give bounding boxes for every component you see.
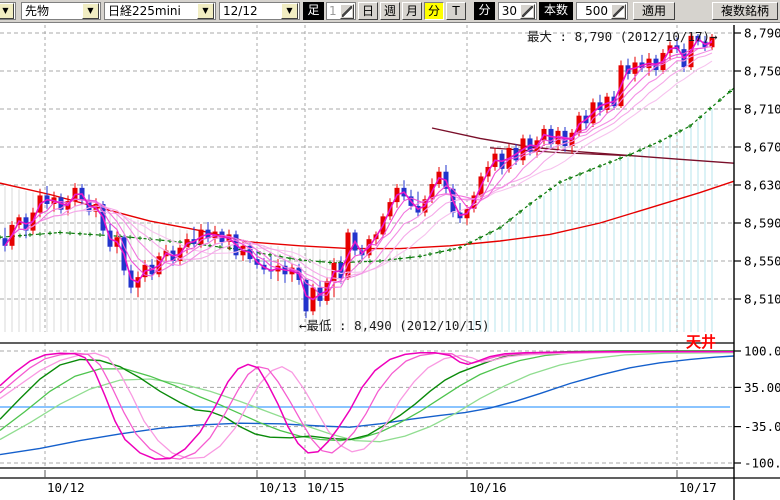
symbol-name-combobox[interactable]: 日経225mini ▼: [104, 2, 216, 20]
rci-pink-2: [0, 352, 734, 460]
date-tick-label: 10/15: [307, 480, 345, 495]
price-tick-label: 8,550: [744, 254, 780, 269]
price-tick-label: 8,510: [744, 292, 780, 307]
ema-ribbon: [5, 39, 712, 300]
date-tick-label: 10/16: [469, 480, 507, 495]
ceiling-annotation: 天井: [686, 333, 716, 351]
price-tick-label: 8,750: [744, 64, 780, 79]
clipped-combobox[interactable]: ▼: [0, 2, 16, 20]
minutes-label: 分: [474, 2, 495, 20]
rci-green-2: [0, 352, 734, 441]
bars-stepper[interactable]: 500: [576, 2, 628, 20]
period-button-tick[interactable]: T: [446, 2, 466, 20]
sub-tick-label: 35.00: [744, 380, 780, 395]
rci-green-3: [0, 353, 734, 442]
chart-canvas[interactable]: 8,790 8,750 8,710 8,670 8,630 8,590 8,550 8,510…: [0, 22, 780, 500]
rci-pink-3: [0, 352, 734, 458]
period-button-day[interactable]: 日: [358, 2, 378, 20]
symbol-type-value: 先物: [22, 3, 81, 19]
minutes-value: 30: [499, 3, 519, 19]
date-tick-label: 10/12: [47, 480, 85, 495]
sub-tick-label: -35.00: [744, 419, 780, 434]
min-price-annotation: ←最低 : 8,490 (2012/10/15): [299, 318, 490, 333]
trading-app-window: { "toolbar": { "edge_combo_arrow": "▼", …: [0, 0, 780, 500]
period-button-minute[interactable]: 分: [424, 2, 444, 20]
toolbar: ▼ 先物 ▼ 日経225mini ▼ 12/12 ▼ 足 1 日 週 月 分 T…: [0, 0, 780, 23]
chevron-down-icon[interactable]: ▼: [82, 3, 99, 19]
dial-icon[interactable]: [611, 4, 626, 19]
dial-icon[interactable]: [340, 4, 354, 19]
contract-month-combobox[interactable]: 12/12 ▼: [219, 2, 300, 20]
dial-icon[interactable]: [520, 4, 535, 19]
chevron-down-icon[interactable]: ▼: [0, 3, 14, 19]
multi-symbol-button[interactable]: 複数銘柄: [712, 2, 778, 20]
rci-long-blue: [0, 356, 734, 455]
period-button-week[interactable]: 週: [380, 2, 400, 20]
rci-pink-1: [0, 352, 734, 460]
minutes-stepper[interactable]: 30: [498, 2, 537, 20]
rci-subpanel: [0, 351, 734, 459]
bars-value: 500: [577, 3, 610, 19]
price-tick-label: 8,710: [744, 102, 780, 117]
apply-button[interactable]: 適用: [633, 2, 675, 20]
sub-tick-label: 100.00: [744, 344, 780, 359]
interval-stepper[interactable]: 1: [326, 2, 356, 20]
max-price-annotation: 最大 : 8,790 (2012/10/17)→: [527, 29, 718, 44]
symbol-name-value: 日経225mini: [105, 3, 196, 19]
bars-label: 本数: [539, 2, 573, 20]
chevron-down-icon[interactable]: ▼: [281, 3, 298, 19]
date-tick-label: 10/13: [259, 480, 297, 495]
symbol-type-combobox[interactable]: 先物 ▼: [21, 2, 101, 20]
price-tick-label: 8,630: [744, 178, 780, 193]
price-tick-label: 8,590: [744, 216, 780, 231]
ashi-label: 足: [303, 2, 324, 20]
chevron-down-icon[interactable]: ▼: [197, 3, 214, 19]
date-tick-label: 10/17: [679, 480, 717, 495]
price-tick-label: 8,790: [744, 26, 780, 41]
sub-tick-label: -100.00: [744, 456, 780, 471]
price-tick-label: 8,670: [744, 140, 780, 155]
interval-value: 1: [327, 3, 339, 19]
period-button-month[interactable]: 月: [402, 2, 422, 20]
contract-month-value: 12/12: [220, 3, 280, 19]
